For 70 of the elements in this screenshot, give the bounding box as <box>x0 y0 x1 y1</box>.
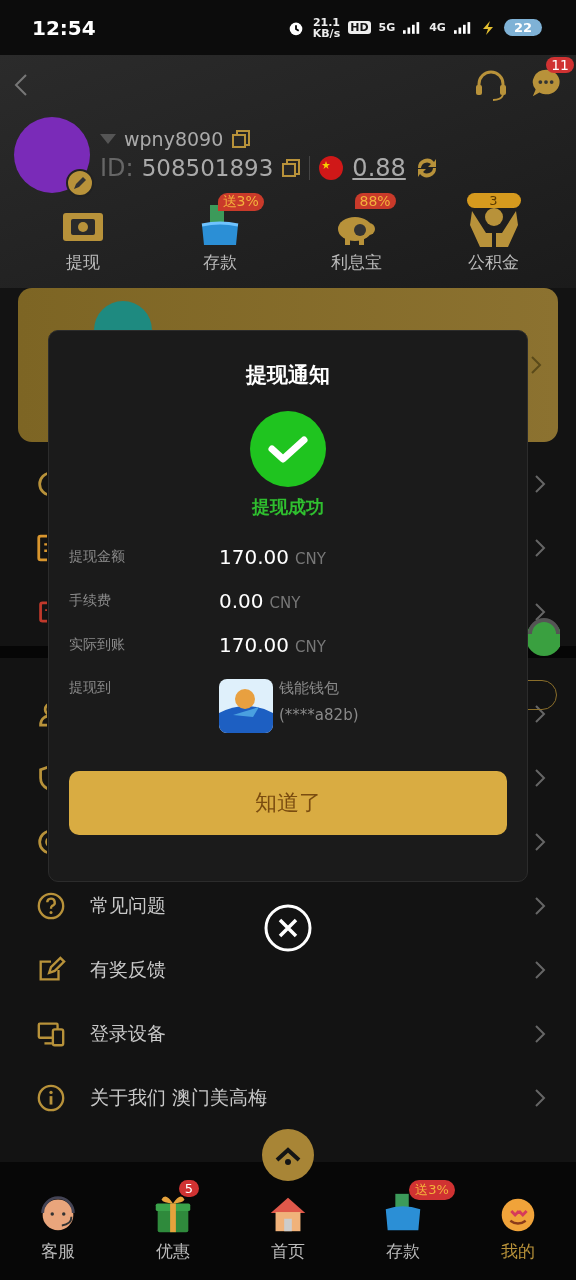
battery-level: 22 <box>503 19 542 36</box>
id-label: ID: <box>100 154 134 182</box>
success-status: 提现成功 <box>252 495 324 519</box>
chevron-icon <box>534 1024 546 1044</box>
amount-value: 170.00 <box>219 545 289 569</box>
amount-value: 170.00 <box>219 633 289 657</box>
network-label: 5G <box>378 21 396 34</box>
close-icon[interactable] <box>264 904 312 952</box>
detail-label: 提现金额 <box>69 548 126 566</box>
signal-icon <box>403 21 422 34</box>
nav-tab[interactable]: 5 优惠 <box>122 1179 223 1263</box>
question-icon <box>36 891 66 921</box>
dialog-title: 提现通知 <box>246 362 330 389</box>
speed-value: 21.1 <box>312 16 340 28</box>
currency-label: CNY <box>295 638 326 656</box>
wallet-name: 钱能钱包 <box>279 679 340 698</box>
amount-value: 0.00 <box>219 589 264 613</box>
network-label: 4G <box>429 21 446 34</box>
copy-icon[interactable] <box>231 129 252 149</box>
detail-label: 提现到 <box>69 679 112 697</box>
message-count-badge: 11 <box>546 57 574 73</box>
shortcut-label[interactable]: 公积金 <box>468 251 519 274</box>
shortcut-label[interactable]: 存款 <box>202 251 237 274</box>
currency-label: CNY <box>269 594 301 612</box>
chevron-icon <box>534 896 546 916</box>
copy-icon[interactable] <box>281 158 302 178</box>
chevron-icon <box>534 960 546 980</box>
nav-tab[interactable]: 送3% 存款 <box>353 1179 454 1263</box>
speed-unit: KB/s <box>312 27 341 39</box>
back-icon[interactable] <box>14 73 28 97</box>
menu-item[interactable]: 登录设备 <box>90 1021 166 1047</box>
info-icon <box>36 1083 66 1113</box>
menu-item[interactable]: 有奖反馈 <box>90 957 166 983</box>
currency-label: CNY <box>295 550 326 568</box>
headset-icon[interactable] <box>474 68 508 102</box>
wallet-account: (****a82b) <box>279 706 360 724</box>
edit-icon[interactable] <box>66 169 94 197</box>
menu-item[interactable]: 关于我们 澳门美高梅 <box>90 1085 268 1111</box>
promo-badge: 88% <box>354 193 396 209</box>
chevron-icon <box>534 602 546 622</box>
nav-tab[interactable]: 我的 <box>468 1179 569 1263</box>
chevron-icon <box>534 832 546 852</box>
nav-tab[interactable]: 客服 <box>7 1179 108 1263</box>
tab-badge: 5 <box>178 1179 200 1197</box>
chevron-icon <box>534 768 546 788</box>
signal-icon <box>453 21 472 34</box>
nav-tab[interactable]: 首页 <box>238 1179 338 1263</box>
shortcut-label[interactable]: 利息宝 <box>331 251 382 274</box>
success-check-icon <box>250 411 326 487</box>
clock-time: 12:54 <box>32 15 97 40</box>
chevron-icon <box>534 704 546 724</box>
hd-indicator: HD <box>348 21 371 34</box>
shortcut-label[interactable]: 提现 <box>65 251 100 274</box>
chevron-icon <box>534 1088 546 1108</box>
chevron-icon <box>534 538 546 558</box>
flag-icon <box>318 155 345 181</box>
promo-badge: 3 <box>466 193 521 208</box>
chevron-icon <box>534 474 546 494</box>
balance-amount[interactable]: 0.88 <box>352 154 406 182</box>
scroll-up-button[interactable] <box>261 1128 315 1182</box>
detail-label: 手续费 <box>69 592 112 610</box>
user-id: 508501893 <box>141 155 274 181</box>
promo-badge: 送3% <box>217 193 264 211</box>
menu-item[interactable]: 常见问题 <box>90 893 166 919</box>
tab-badge: 送3% <box>409 1179 455 1200</box>
username: wpny8090 <box>124 128 224 150</box>
wallet-app-icon <box>219 679 273 733</box>
chevron-icon <box>530 355 542 375</box>
detail-label: 实际到账 <box>69 636 126 654</box>
diamond-icon <box>100 134 116 144</box>
